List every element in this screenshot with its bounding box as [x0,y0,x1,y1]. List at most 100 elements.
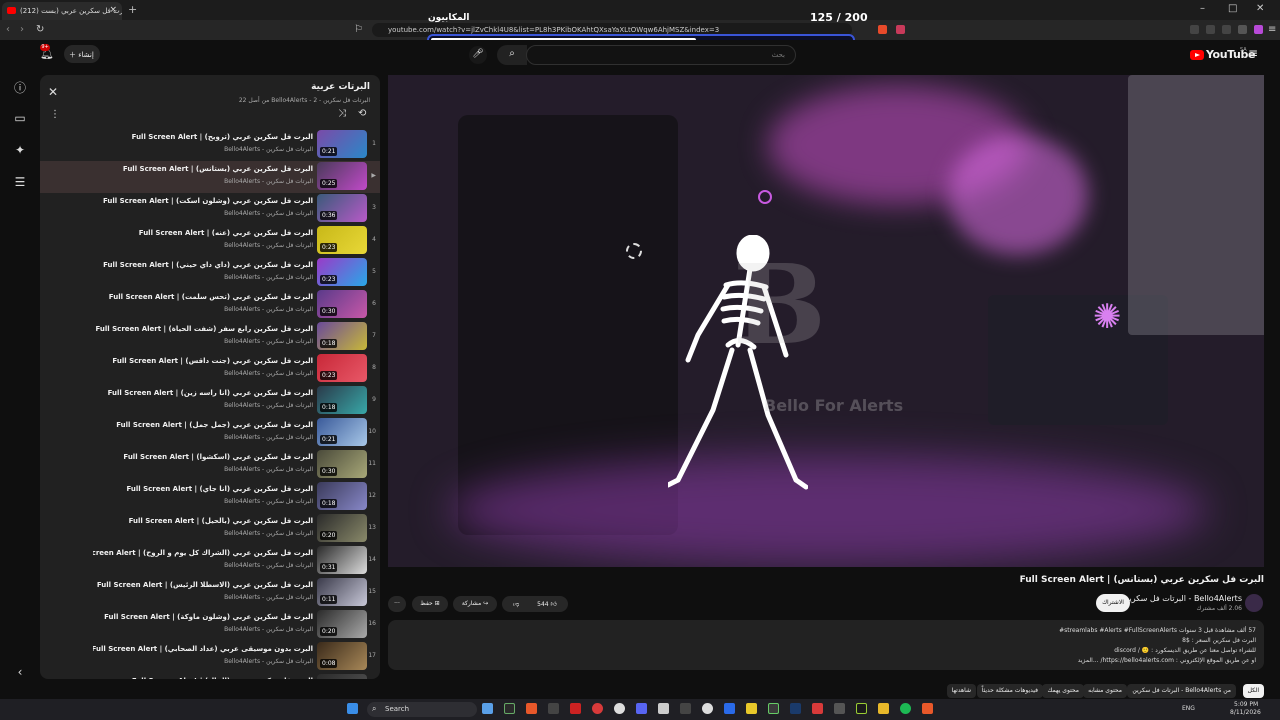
more-icon[interactable]: ⋮ [50,109,60,120]
leo-ai-icon[interactable] [1254,25,1263,34]
guide-menu-icon[interactable]: ≡ [1248,46,1258,60]
app-icon[interactable] [878,703,889,714]
playlist-item[interactable]: 16 0:20 البرت فل سكرين عربي (وشلون ماوكة) … [40,609,380,641]
description-line[interactable]: او عن طريق الموقع الإلكتروني : https://b… [1078,657,1256,664]
bookmark-icon[interactable]: ⚐ [354,24,363,35]
clock-time[interactable]: 5:09 PM [1234,701,1258,708]
chip-all[interactable]: الكل [1242,684,1264,698]
spotify-icon[interactable] [900,703,911,714]
playlist-item[interactable]: 4 0:23 البرت فل سكرين عربي (عنه) | Full Sc… [40,225,380,257]
close-tab-icon[interactable]: × [109,5,117,15]
thumbnail[interactable]: 0:30 [317,450,367,478]
create-button[interactable]: ＋ إنشاء [64,45,100,63]
playlist-item[interactable]: 13 0:20 البرت فل سكرين عربي (بالحيل) | Ful… [40,513,380,545]
brave-icon[interactable] [526,703,537,714]
thumbnail[interactable]: 0:30 [317,290,367,318]
thumbnail[interactable]: 0:21 [317,418,367,446]
share-button[interactable]: مشاركة ↪ [453,596,497,612]
playlist-icon[interactable]: ☰ [12,175,28,191]
extensions-icon[interactable] [1206,25,1215,34]
app-icon[interactable] [680,703,691,714]
chip-from-channel[interactable]: من Bello4Alerts - البرتات فل سكرين [1127,684,1236,698]
vpn-icon[interactable] [1238,25,1247,34]
nvidia-icon[interactable] [504,703,515,714]
info-icon[interactable]: ⓘ [12,79,28,95]
sidebar-toggle-icon[interactable] [1190,25,1199,34]
xbox-icon[interactable] [768,703,779,714]
subscribe-button[interactable]: الاشتراك [1096,594,1130,612]
file-explorer-icon[interactable] [746,703,757,714]
shuffle-icon[interactable]: ⤨ [338,108,346,119]
search-input[interactable]: بحث [526,45,796,65]
playlist-item[interactable]: 14 0:31 البرت فل سكرين عربي (الشراك كل يوم… [40,545,380,577]
thumbnail[interactable] [317,674,367,679]
thumbnail[interactable]: 0:18 [317,322,367,350]
app-icon[interactable] [724,703,735,714]
playlist-item[interactable]: 15 0:11 البرت فل سكرين عربي (الاسطلا الرئي… [40,577,380,609]
thumbnail[interactable]: 0:23 [317,258,367,286]
thumbnail[interactable]: 0:20 [317,610,367,638]
wallet-icon[interactable] [1222,25,1231,34]
obs-icon[interactable] [548,703,559,714]
playlist-item[interactable]: 10 0:21 البرت فل سكرين عربي (جمل جمل) | Fu… [40,417,380,449]
app-icon[interactable] [614,703,625,714]
save-button[interactable]: حفظ ⊞ [412,596,448,612]
brave-active-icon[interactable] [922,703,933,714]
new-tab-icon[interactable]: + [128,3,137,16]
youtube-logo[interactable]: YouTube SA [1190,47,1255,63]
repeat-icon[interactable]: ⟲ [358,108,366,119]
thumbnail[interactable]: 0:21 [317,130,367,158]
thumbnail[interactable]: 0:31 [317,546,367,574]
playlist-item[interactable]: 7 0:18 البرت فل سكرين رابع سفر (شفت الحياة… [40,321,380,353]
browser-menu-icon[interactable]: ≡ [1268,24,1276,35]
chat-icon[interactable]: ▭ [12,111,28,127]
playlist-item[interactable]: 5 0:23 البرت فل سكرين عربي (داي داي حيني) … [40,257,380,289]
thumbnail[interactable]: 0:11 [317,578,367,606]
playlist-item[interactable]: 9 0:18 البرت فل سكرين عربي (انا راسه زين) … [40,385,380,417]
description-box[interactable]: 57 ألف مشاهدة قبل 3 سنوات streamlabs #Al… [388,620,1264,670]
back-icon[interactable]: ‹ [6,24,10,35]
clock-date[interactable]: 8/11/2026 [1230,709,1261,716]
chip-watched[interactable]: شاهدتها [946,684,976,698]
thumbnail[interactable]: 0:18 [317,482,367,510]
playlist-item[interactable]: 8 0:23 البرت فل سكرين عربي (جنت داقس) | Fu… [40,353,380,385]
dislike-icon[interactable]: 👎︎ [513,601,519,608]
playlist-item[interactable]: 11 0:30 البرت فل سكرين عربي (اسكشوا) | Ful… [40,449,380,481]
thumbnail[interactable]: 0:20 [317,514,367,542]
app-icon[interactable] [592,703,603,714]
thumbnail[interactable]: 0:25 [317,162,367,190]
minimize-icon[interactable]: – [1200,3,1205,14]
more-actions-icon[interactable]: ··· [388,596,406,612]
maximize-icon[interactable]: □ [1228,3,1237,14]
copilot-icon[interactable] [482,703,493,714]
app-icon[interactable] [702,703,713,714]
playlist-item[interactable]: ▶ 0:25 البرت فل سكرين عربي (بستانس) | Full… [40,161,380,193]
taskbar-search[interactable]: ⌕ Search [367,702,477,717]
playlist-title[interactable]: البرتات عربية [311,82,370,92]
chip-recent[interactable]: فيديوهات مشكلة حديثاً [976,684,1043,698]
app-icon[interactable] [570,703,581,714]
close-icon[interactable]: ✕ [48,85,58,99]
like-icon[interactable]: 👍︎ [551,601,557,608]
collapse-icon[interactable]: ‹ [12,665,28,681]
close-window-icon[interactable]: ✕ [1256,3,1264,14]
forward-icon[interactable]: › [20,24,24,35]
brave-rewards-icon[interactable] [896,25,905,34]
language-indicator[interactable]: ENG [1182,705,1195,712]
thumbnail[interactable]: 0:23 [317,226,367,254]
search-icon[interactable]: ⌕ [497,45,527,65]
thumbnail[interactable]: 0:23 [317,354,367,382]
notepad-icon[interactable] [658,703,669,714]
channel-avatar[interactable] [1245,594,1263,612]
thumbnail[interactable]: 0:36 [317,194,367,222]
discord-icon[interactable] [636,703,647,714]
thumbnail[interactable]: 0:18 [317,386,367,414]
voice-search-icon[interactable]: 🎤︎ [469,46,487,64]
reload-icon[interactable]: ↻ [36,24,44,35]
playlist-item[interactable]: 3 0:36 البرت فل سكرين عربي (وشلون اسكت) | … [40,193,380,225]
thumbnail[interactable]: 0:08 [317,642,367,670]
playlist-item[interactable]: 6 0:30 البرت فل سكرين عربي (تحس سلمت) | Fu… [40,289,380,321]
channel-name[interactable]: Bello4Alerts - البرتات فل سكرين [1123,594,1242,603]
playlist-item[interactable]: 18البرت فل سكرين عربي (الجال) | Full Scr… [40,673,380,679]
app-icon[interactable] [812,703,823,714]
